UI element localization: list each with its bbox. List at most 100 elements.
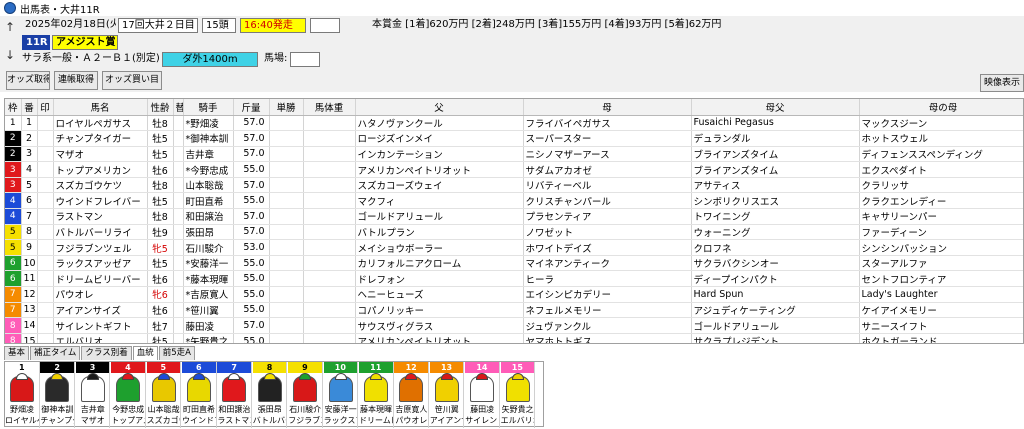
mark-cell — [37, 239, 54, 256]
kae-cell — [173, 177, 184, 194]
silk-number: 11 — [359, 362, 393, 373]
weight-cell — [303, 270, 356, 288]
jockey-cap-icon — [405, 373, 418, 380]
odds-cell — [269, 255, 304, 272]
silk-card[interactable]: 6 町田直希ウインドフ — [182, 362, 217, 428]
table-row[interactable]: 2 3 マザオ 牡5 吉井章 57.0 インカンテーション ニシノマザーアース ブライアンズタイ… — [5, 146, 1023, 163]
silk-card[interactable]: 13 笹川翼アイアンサ — [429, 362, 465, 428]
waku-cell: 6 — [5, 270, 22, 288]
kae-cell — [173, 224, 184, 241]
table-row[interactable]: 3 5 スズカゴウケツ 牡8 山本聡哉 57.0 スズカコーズウェイ リバティーベル アサティス… — [5, 177, 1023, 194]
video-button[interactable]: 映像表示 — [980, 74, 1024, 92]
sire-cell: メイショウボーラー — [355, 239, 524, 256]
table-row[interactable]: 1 1 ロイヤルペガサス 牡8 *野畑凌 57.0 ハタノヴァンクール フライバイペガサス Fu… — [5, 115, 1023, 132]
kae-cell — [173, 333, 184, 343]
sex-cell: 牡7 — [147, 317, 174, 334]
silk-card[interactable]: 12 吉原寛人 パウオレ — [394, 362, 429, 428]
dam-cell: サダムアカオゼ — [523, 161, 692, 178]
col-sex[interactable]: 性齢 — [147, 99, 174, 116]
table-row[interactable]: 6 10 ラックスアッゼア 牡5 *安藤洋一 55.0 カリフォルニアクローム マイネアンティ… — [5, 255, 1023, 272]
dam-cell: クリスチャンパール — [523, 192, 692, 210]
col-mark[interactable]: 印 — [37, 99, 54, 116]
silk-card[interactable]: 9 石川駿介フジラブン — [288, 362, 323, 428]
tab-hosei[interactable]: 補正タイム — [30, 346, 81, 360]
odds-buy-button[interactable]: オッズ買い目 — [102, 71, 162, 90]
silk-card[interactable]: 15 矢野貴之エルバリオ — [500, 362, 536, 428]
waku-cell: 5 — [5, 239, 22, 256]
silk-card[interactable]: 3 吉井章 マザオ — [75, 362, 111, 428]
table-row[interactable]: 4 7 ラストマン 牡8 和田譲治 57.0 ゴールドアリュール プラセンティア トワイニングキ… — [5, 208, 1023, 225]
ban-cell: 9 — [21, 239, 38, 256]
col-kae[interactable]: 替 — [173, 99, 184, 116]
tab-kihon[interactable]: 基本 — [4, 346, 30, 360]
table-row[interactable]: 4 6 ウインドフレイバー 牡5 町田直希 55.0 マクフィ クリスチャンパール シンボリクリ… — [5, 192, 1023, 210]
sex-cell: 牝6 — [147, 286, 174, 303]
silk-card[interactable]: 5 山本聡哉スズカゴウ — [146, 362, 182, 428]
weight-cell — [303, 333, 356, 343]
col-sire[interactable]: 父 — [355, 99, 524, 116]
table-row[interactable]: 6 11 ドリームビリーバー 牡6 *藤本現暉 55.0 ドレフォン ヒーラ ディープインパクト… — [5, 270, 1023, 288]
bms-cell: デュランダル — [691, 130, 860, 147]
next-race-arrow-icon[interactable]: ↓ — [4, 46, 16, 64]
col-jockey[interactable]: 騎手 — [183, 99, 234, 116]
kin-cell: 57.0 — [233, 115, 270, 132]
sex-cell: 牡5 — [147, 146, 174, 163]
post-time: 16:40発走 — [240, 18, 306, 33]
col-odds[interactable]: 単勝 — [269, 99, 304, 116]
tab-class[interactable]: クラス別着 — [81, 346, 132, 360]
name-cell: ウインドフレイバー — [53, 192, 148, 210]
weight-cell — [303, 192, 356, 210]
silk-card[interactable]: 10 安藤洋一ラックスア — [323, 362, 359, 428]
silk-card[interactable]: 4 今野忠成トップアメ — [111, 362, 146, 428]
col-weight[interactable]: 馬体重 — [303, 99, 356, 116]
sire-cell: アメリカンペイトリオット — [355, 161, 524, 178]
silk-card[interactable]: 7 和田譲治ラストマン — [217, 362, 252, 428]
tab-zen5[interactable]: 前5走A — [158, 346, 195, 360]
name-cell: スズカゴウケツ — [53, 177, 148, 194]
weight-cell — [303, 115, 356, 132]
odds-fetch-button[interactable]: オッズ取得 — [6, 71, 50, 90]
col-name[interactable]: 馬名 — [53, 99, 148, 116]
col-ban[interactable]: 番 — [21, 99, 38, 116]
waku-cell: 4 — [5, 192, 22, 210]
table-row[interactable]: 7 13 アイアンサイズ 牡6 *笹川翼 55.0 コパノリッキー ネフェルメモリー アジュディ… — [5, 302, 1023, 319]
name-cell: アイアンサイズ — [53, 302, 148, 319]
table-header: 枠 番 印 馬名 性齢 替 騎手 斤量 単勝 馬体重 父 母 母父 母の母 — [5, 99, 1023, 116]
kin-cell: 57.0 — [233, 224, 270, 241]
waku-cell: 8 — [5, 333, 22, 343]
ban-cell: 4 — [21, 161, 38, 178]
damdam-cell: クラリッサ — [859, 177, 1023, 194]
prev-race-arrow-icon[interactable]: ↑ — [4, 18, 16, 36]
sire-cell: バトルプラン — [355, 224, 524, 241]
odds-cell — [269, 146, 304, 163]
tab-ketto[interactable]: 血統 — [132, 346, 158, 360]
col-bms[interactable]: 母父 — [691, 99, 860, 116]
waku-cell: 3 — [5, 177, 22, 194]
silk-horse: チャンプタ — [40, 416, 74, 425]
silk-card[interactable]: 8 張田昂バトルバー — [252, 362, 288, 428]
col-dam[interactable]: 母 — [523, 99, 692, 116]
silk-horse: バトルバー — [252, 416, 287, 425]
col-waku[interactable]: 枠 — [5, 99, 22, 116]
sire-cell: コパノリッキー — [355, 302, 524, 319]
dam-cell: エイシンピカデリー — [523, 286, 692, 303]
col-damdam[interactable]: 母の母 — [859, 99, 1023, 116]
table-row[interactable]: 5 9 フジラブンツェル 牝5 石川駿介 53.0 メイショウボーラー ホワイトデイズ クロフネ… — [5, 239, 1023, 256]
odds-cell — [269, 302, 304, 319]
col-kin[interactable]: 斤量 — [233, 99, 270, 116]
table-row[interactable]: 7 12 パウオレ 牝6 *吉原寛人 55.0 ヘニーヒューズ エイシンピカデリー Hard S… — [5, 286, 1023, 303]
table-row[interactable]: 8 14 サイレントギフト 牡7 藤田凌 57.0 サウスヴィグラス ジュヴァンクル ゴールドア… — [5, 317, 1023, 334]
silk-number: 12 — [394, 362, 428, 373]
baba-field[interactable] — [290, 52, 320, 67]
silk-card[interactable]: 2 御神本訓チャンプタ — [40, 362, 75, 428]
sex-cell: 牡6 — [147, 302, 174, 319]
table-row[interactable]: 2 2 チャンプタイガー 牡5 *御神本訓 57.0 ロージズインメイ スーパースター デュラン… — [5, 130, 1023, 147]
jockey-cell: *今野忠成 — [183, 161, 234, 178]
renso-fetch-button[interactable]: 連帳取得 — [54, 71, 98, 90]
silk-card[interactable]: 11 藤本現暉ドリームビ — [359, 362, 394, 428]
table-row[interactable]: 5 8 バトルバーリライ 牡9 張田昂 57.0 バトルプラン ノワゼット ウォーニング ファーデ… — [5, 224, 1023, 241]
silk-card[interactable]: 14 藤田凌サイレント — [465, 362, 500, 428]
table-row[interactable]: 8 15 エルバリオ 牡5 *矢野貴之 55.0 アメリカンペイトリオット ヤマホトトギス サク… — [5, 333, 1023, 343]
table-row[interactable]: 3 4 トップアメリカン 牡6 *今野忠成 55.0 アメリカンペイトリオット サダムアカオゼ… — [5, 161, 1023, 178]
silk-card[interactable]: 1 野畑凌ロイヤルペ — [5, 362, 40, 428]
